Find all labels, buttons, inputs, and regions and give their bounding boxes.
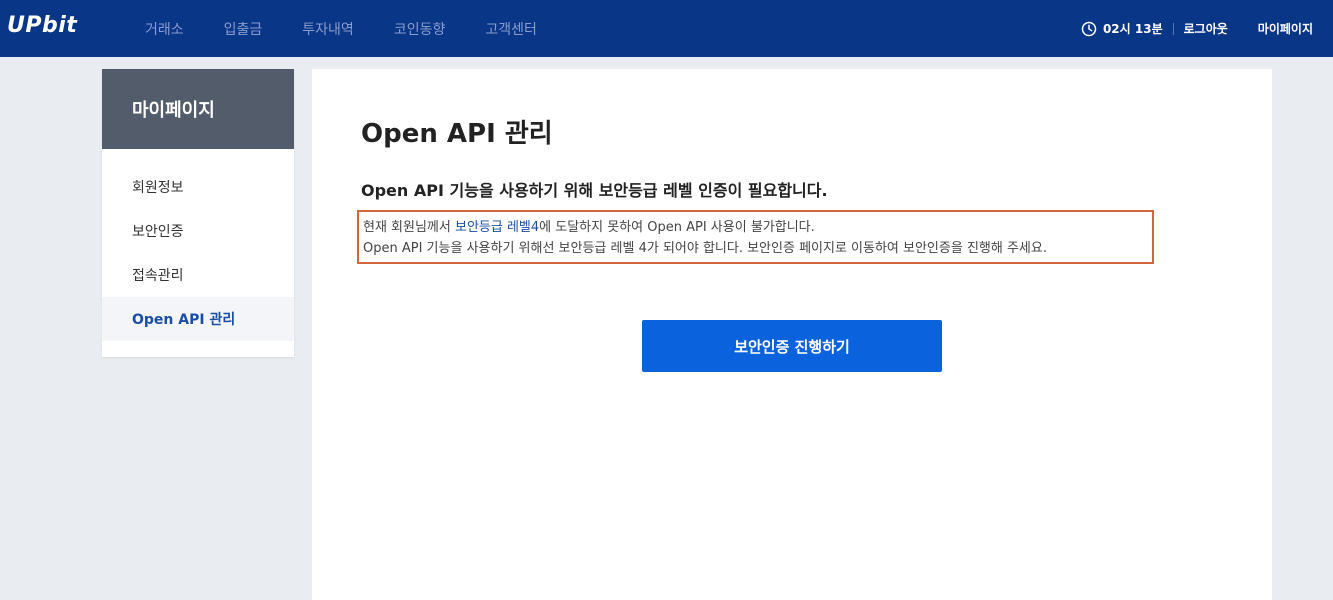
sidebar-item-security[interactable]: 보안인증 xyxy=(102,209,294,253)
sidebar-title: 마이페이지 xyxy=(102,69,294,149)
header-divider xyxy=(1172,22,1174,35)
nav-coin-trends[interactable]: 코인동향 xyxy=(394,19,446,39)
header-user-menu: 02시 13분 로그아웃 마이페이지 xyxy=(1081,0,1313,57)
security-level-notice: 현재 회원님께서 보안등급 레벨4에 도달하지 못하여 Open API 사용이… xyxy=(357,210,1154,264)
mypage-link[interactable]: 마이페이지 xyxy=(1258,20,1313,37)
nav-customer-center[interactable]: 고객센터 xyxy=(485,19,537,39)
page-title: Open API 관리 xyxy=(361,119,553,149)
main-content: Open API 관리 Open API 기능을 사용하기 위해 보안등급 레벨… xyxy=(312,69,1272,600)
logout-link[interactable]: 로그아웃 xyxy=(1184,20,1228,37)
proceed-security-verification-button[interactable]: 보안인증 진행하기 xyxy=(642,320,942,372)
sidebar-item-member-info[interactable]: 회원정보 xyxy=(102,165,294,209)
clock-icon xyxy=(1081,21,1097,37)
sidebar-menu: 회원정보 보안인증 접속관리 Open API 관리 xyxy=(102,149,294,341)
nav-exchange[interactable]: 거래소 xyxy=(145,19,184,39)
notice-line-1-prefix: 현재 회원님께서 xyxy=(363,220,455,235)
sidebar-item-access-management[interactable]: 접속관리 xyxy=(102,253,294,297)
main-nav: 거래소 입출금 투자내역 코인동향 고객센터 xyxy=(145,0,577,57)
session-timer: 02시 13분 xyxy=(1081,20,1163,37)
notice-line-1: 현재 회원님께서 보안등급 레벨4에 도달하지 못하여 Open API 사용이… xyxy=(363,217,1152,238)
sidebar-item-open-api[interactable]: Open API 관리 xyxy=(102,297,294,341)
security-level-highlight: 보안등급 레벨4 xyxy=(455,220,540,235)
nav-deposit-withdraw[interactable]: 입출금 xyxy=(224,19,263,39)
notice-line-2: Open API 기능을 사용하기 위해선 보안등급 레벨 4가 되어야 합니다… xyxy=(363,241,1047,256)
top-navigation-bar: UPbit 거래소 입출금 투자내역 코인동향 고객센터 02시 13분 로그아… xyxy=(0,0,1333,57)
requirement-heading: Open API 기능을 사용하기 위해 보안등급 레벨 인증이 필요합니다. xyxy=(361,181,828,200)
upbit-logo[interactable]: UPbit xyxy=(7,13,77,38)
nav-investments[interactable]: 투자내역 xyxy=(302,19,354,39)
session-time-text: 02시 13분 xyxy=(1102,22,1163,36)
notice-line-1-suffix: 에 도달하지 못하여 Open API 사용이 불가합니다. xyxy=(539,220,815,235)
sidebar: 마이페이지 회원정보 보안인증 접속관리 Open API 관리 xyxy=(102,69,294,357)
